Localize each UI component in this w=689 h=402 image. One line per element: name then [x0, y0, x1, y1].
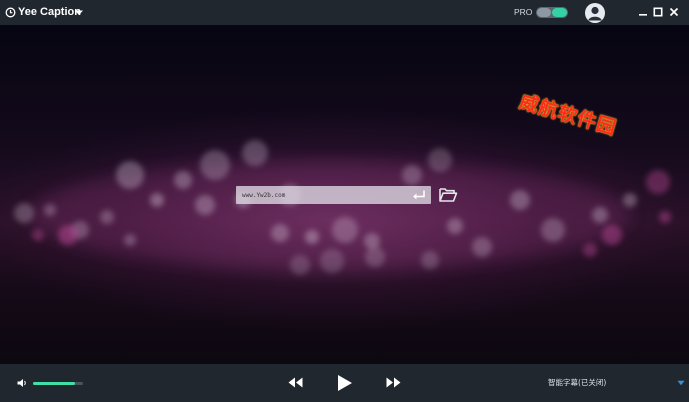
chevron-down-icon[interactable] [677, 380, 685, 386]
enter-return-icon[interactable] [412, 189, 426, 201]
open-folder-icon[interactable] [438, 186, 458, 203]
url-input[interactable] [236, 187, 402, 203]
pro-toggle[interactable] [536, 7, 568, 18]
url-box [236, 186, 431, 204]
fast-forward-icon[interactable] [386, 377, 401, 388]
volume-slider[interactable] [33, 382, 83, 385]
minimize-icon[interactable] [637, 6, 649, 18]
pro-label: PRO [514, 7, 533, 17]
toggle-on-indicator [552, 8, 567, 17]
app-title: Yee Caption [18, 6, 81, 18]
player-bar: 智能字幕(已关闭) [0, 364, 689, 402]
volume-fill [33, 382, 75, 385]
user-avatar-icon[interactable] [585, 3, 605, 23]
triangle-down-icon[interactable] [73, 9, 85, 17]
rewind-icon[interactable] [288, 377, 303, 388]
title-bar: Yee Caption PRO [0, 0, 689, 25]
close-icon[interactable] [668, 6, 680, 18]
play-icon[interactable] [336, 374, 353, 392]
speaker-icon[interactable] [17, 378, 28, 388]
video-stage[interactable]: 威航软件园 [0, 25, 689, 364]
subtitle-status[interactable]: 智能字幕(已关闭) [548, 378, 606, 388]
clock-circle-icon [5, 7, 16, 18]
maximize-icon[interactable] [652, 6, 664, 18]
toggle-knob [537, 8, 551, 17]
